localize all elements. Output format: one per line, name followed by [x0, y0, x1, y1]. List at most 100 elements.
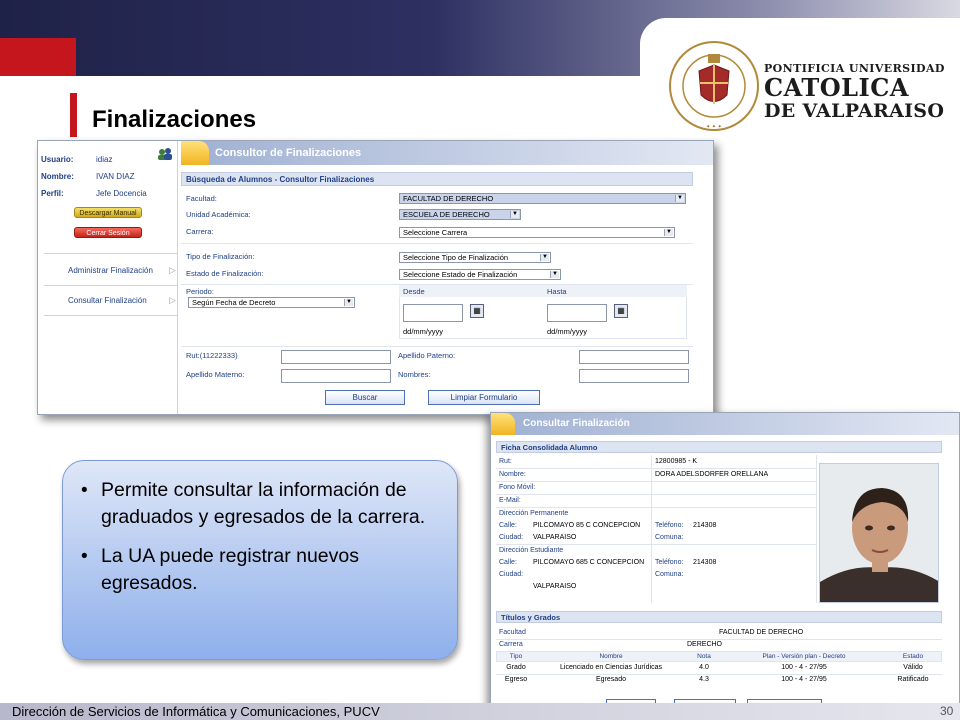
row-divider: [496, 674, 942, 675]
header-tab-decoration: [181, 141, 209, 165]
consultor-sidebar: Usuario: idiaz Nombre: IVAN DIAZ Perfil:…: [38, 141, 178, 414]
page-number: 30: [940, 704, 954, 718]
calle-value: PILCOMAYO 85 C CONCEPCION: [533, 522, 641, 529]
table-cell: Licenciado en Ciencias Jurídicas: [560, 664, 662, 671]
limpiar-button[interactable]: Limpiar Formulario: [428, 390, 540, 405]
calle2-value: PILCOMAYO 685 C CONCEPCION: [533, 559, 645, 566]
carrera-label: Carrera:: [186, 227, 214, 236]
nombre-label: Nombre:: [41, 172, 74, 181]
calendar-icon[interactable]: ▦: [470, 304, 484, 318]
titulos-section-title: Títulos y Grados: [496, 611, 942, 623]
table-cell: 4.0: [699, 664, 709, 671]
usuario-label: Usuario:: [41, 155, 74, 164]
bullet-text: Permite consultar la información de grad…: [101, 479, 426, 528]
description-callout: • Permite consultar la información de gra…: [62, 460, 458, 660]
row-divider: [496, 468, 816, 469]
hasta-input[interactable]: [547, 304, 607, 322]
buscar-button[interactable]: Buscar: [325, 390, 405, 405]
calle-label: Calle:: [499, 522, 517, 529]
menu-separator: [44, 253, 178, 254]
periodo-label: Periodo:: [186, 287, 214, 296]
facultad-value: FACULTAD DE DERECHO: [403, 194, 494, 203]
ciudad2-label: Ciudad:: [499, 571, 524, 578]
facultad-select[interactable]: FACULTAD DE DERECHO ▼: [399, 193, 686, 204]
header-red-block: [0, 38, 76, 76]
fono-label: Fono Móvil:: [499, 484, 536, 491]
row-divider: [496, 507, 816, 508]
telefono-label: Teléfono:: [655, 522, 684, 529]
desde-format: dd/mm/yyyy: [403, 327, 444, 336]
svg-text:✦ ✦ ✦: ✦ ✦ ✦: [706, 124, 722, 130]
bullet-list: • Permite consultar la información de gra…: [79, 477, 443, 609]
header-tab-decoration: [491, 413, 515, 435]
calle2-label: Calle:: [499, 559, 517, 566]
nombre-label: Nombre:: [499, 471, 526, 478]
comuna2-label: Comuna:: [655, 571, 684, 578]
tipo-value: Seleccione Tipo de Finalización: [403, 253, 509, 262]
busqueda-section-title: Búsqueda de Alumnos - Consultor Finaliza…: [181, 172, 693, 186]
unidad-value: ESCUELA DE DERECHO: [403, 210, 490, 219]
calendar-icon[interactable]: ▦: [614, 304, 628, 318]
dropdown-arrow-icon: ▼: [675, 195, 684, 202]
users-icon[interactable]: [157, 147, 173, 161]
rut-label: Rut:: [499, 458, 512, 465]
hasta-format: dd/mm/yyyy: [547, 327, 588, 336]
ficha-header: Consultar Finalización: [491, 413, 959, 435]
unidad-label: Unidad Académica:: [186, 210, 251, 219]
telefono2-label: Teléfono:: [655, 559, 684, 566]
dropdown-arrow-icon: ▼: [344, 299, 353, 306]
table-cell: Ratificado: [897, 676, 929, 683]
bullet-dot: •: [81, 480, 88, 501]
logo-line3: DE VALPARAISO: [764, 100, 945, 122]
usuario-value: idiaz: [96, 155, 113, 164]
download-manual-button[interactable]: Descargar Manual: [74, 207, 142, 218]
perfil-value: Jefe Docencia: [96, 189, 147, 198]
paterno-label: Apellido Paterno:: [398, 351, 456, 360]
table-cell: Egreso: [504, 676, 528, 683]
row-divider: [496, 639, 942, 640]
tipo-label: Tipo de Finalización:: [186, 252, 255, 261]
titulos-carrera-label: Carrera: [499, 641, 523, 648]
paterno-input[interactable]: [579, 350, 689, 364]
estado-select[interactable]: Seleccione Estado de Finalización ▼: [399, 269, 561, 280]
nombre-value: IVAN DIAZ: [96, 172, 135, 181]
chevron-right-icon: ▷: [169, 265, 176, 275]
student-portrait-icon: [820, 464, 938, 602]
ciudad-label: Ciudad:: [499, 534, 524, 541]
dropdown-arrow-icon: ▼: [540, 254, 549, 261]
th-nota: Nota: [697, 653, 711, 660]
unidad-select[interactable]: ESCUELA DE DERECHO ▼: [399, 209, 521, 220]
logout-button[interactable]: Cerrar Sesión: [74, 227, 142, 238]
bullet-item: • Permite consultar la información de gra…: [79, 477, 443, 531]
table-cell: Válido: [903, 664, 923, 671]
th-nombre: Nombre: [599, 653, 623, 660]
bullet-dot: •: [81, 546, 88, 567]
nombres-input[interactable]: [579, 369, 689, 383]
menu-separator: [44, 285, 178, 286]
periodo-select[interactable]: Según Fecha de Decreto ▼: [188, 297, 355, 308]
bullet-text: La UA puede registrar nuevos egresados.: [101, 545, 359, 594]
comuna-label: Comuna:: [655, 534, 684, 541]
row-divider: [181, 243, 693, 244]
desde-input[interactable]: [403, 304, 463, 322]
th-estado: Estado: [902, 653, 924, 660]
titulos-carrera-value: DERECHO: [687, 641, 723, 648]
col-divider: [816, 455, 817, 603]
table-cell: Grado: [506, 664, 526, 671]
menu-item-administrar[interactable]: Administrar Finalización: [68, 266, 153, 275]
menu-item-consultar[interactable]: Consultar Finalización: [68, 296, 147, 305]
titulos-facultad-label: Facultad: [499, 629, 526, 636]
consultor-header: Consultor de Finalizaciones: [181, 141, 713, 165]
facultad-label: Facultad:: [186, 194, 217, 203]
carrera-select[interactable]: Seleccione Carrera ▼: [399, 227, 675, 238]
rut-input[interactable]: [281, 350, 391, 364]
ciudad2-value: VALPARAISO: [533, 583, 577, 590]
desde-label: Desde: [403, 287, 425, 296]
ficha-section-title: Ficha Consolidada Alumno: [496, 441, 942, 453]
materno-input[interactable]: [281, 369, 391, 383]
tipo-select[interactable]: Seleccione Tipo de Finalización ▼: [399, 252, 551, 263]
row-divider: [496, 544, 816, 545]
table-cell: Egresado: [596, 676, 626, 683]
title-accent-bar: [70, 93, 77, 137]
ficha-header-title: Consultar Finalización: [523, 418, 630, 429]
